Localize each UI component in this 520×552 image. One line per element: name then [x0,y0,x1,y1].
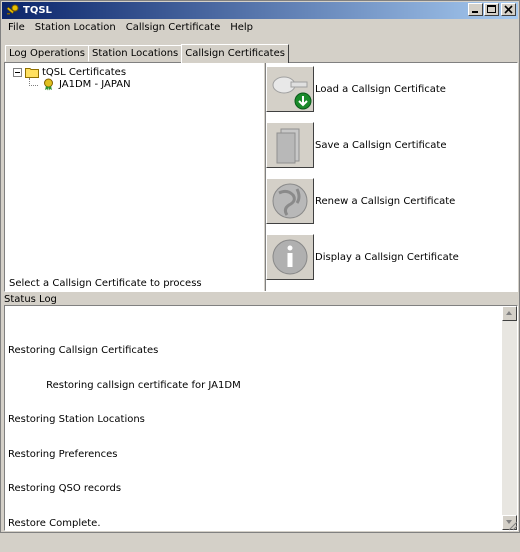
display-label: Display a Callsign Certificate [315,251,459,263]
certificates-panel: tQSL Certificates JA1DM - JAPAN Select a… [4,62,518,292]
tab-callsign-certificates[interactable]: Callsign Certificates [181,44,289,63]
maximize-button[interactable] [484,3,499,16]
status-log[interactable]: Restoring Callsign Certificates Restorin… [4,305,518,531]
load-icon [272,76,312,110]
window-title: TQSL [23,5,52,16]
tqsl-window: TQSL File Station Location Callsign Cert… [0,0,520,533]
close-button[interactable] [501,3,516,16]
renew-icon [272,183,308,219]
renew-label: Renew a Callsign Certificate [315,195,456,207]
save-label: Save a Callsign Certificate [315,139,447,151]
certificate-icon [44,78,53,91]
key-icon [6,4,19,14]
tree-child-label: JA1DM - JAPAN [59,79,131,90]
vertical-scrollbar[interactable] [502,306,517,530]
collapse-icon[interactable] [13,67,22,77]
menu-station-location[interactable]: Station Location [30,19,121,37]
log-line: Restoring callsign certificate for JA1DM [8,379,241,391]
scroll-up-button[interactable] [502,306,517,321]
menu-help[interactable]: Help [225,19,258,37]
log-line: Restore Complete. [8,517,101,529]
log-line: Restoring Station Locations [8,414,145,425]
info-icon [272,239,308,275]
tree-item-certificate[interactable]: JA1DM - JAPAN [42,78,131,91]
menu-file[interactable]: File [2,19,30,37]
folder-icon [25,67,39,78]
save-action[interactable]: Save a Callsign Certificate [266,122,447,168]
save-icon [276,128,300,164]
log-line: Restoring Preferences [8,448,118,460]
close-icon [504,5,513,14]
tree-root-node[interactable]: tQSL Certificates [13,66,126,78]
minimize-button[interactable] [468,3,483,16]
display-button[interactable] [266,234,314,280]
save-button[interactable] [266,122,314,168]
load-action[interactable]: Load a Callsign Certificate [266,66,446,112]
log-line: Restoring Callsign Certificates [8,345,159,356]
arrow-up-icon [506,311,512,315]
tab-station-locations[interactable]: Station Locations [88,45,183,62]
load-label: Load a Callsign Certificate [315,83,446,95]
tab-strip: Log Operations Station Locations Callsig… [5,44,289,63]
tree-connector-branch [29,85,38,86]
title-bar[interactable]: TQSL [2,2,518,19]
status-log-text: Restoring Callsign Certificates Restorin… [8,322,241,552]
actions-pane: Load a Callsign Certificate Save a Calls… [266,63,517,291]
minimize-icon [472,11,478,13]
load-button[interactable] [266,66,314,112]
tree-root-label: tQSL Certificates [42,66,127,78]
status-log-title: Status Log [4,294,57,305]
menu-callsign-certificate[interactable]: Callsign Certificate [121,19,225,37]
tab-log-operations[interactable]: Log Operations [5,45,90,62]
log-line: Restoring QSO records [8,483,122,494]
menu-bar: File Station Location Callsign Certifica… [2,19,518,37]
resize-grip-icon[interactable] [506,519,518,531]
maximize-icon [487,5,496,13]
renew-button[interactable] [266,178,314,224]
certificate-tree[interactable]: tQSL Certificates JA1DM - JAPAN Select a… [5,63,263,291]
display-action[interactable]: Display a Callsign Certificate [266,234,459,280]
instruction-text: Select a Callsign Certificate to process [9,278,202,289]
renew-action[interactable]: Renew a Callsign Certificate [266,178,455,224]
